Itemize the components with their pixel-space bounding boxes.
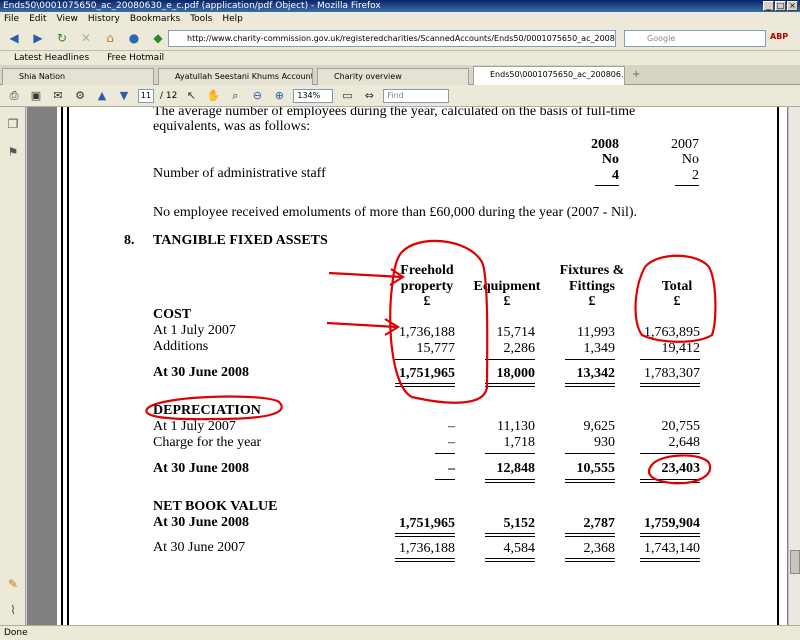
- total-depreciation-circle: [647, 454, 712, 485]
- pdf-toolbar: ⎙ ▣ ✉ ⚙ ▲ ▼ 11 / 12 ↖ ✋ ⌕ ⊖ ⊕ 134% ▭ ⇔ F…: [0, 85, 800, 107]
- select-tool-icon[interactable]: ↖: [183, 88, 199, 104]
- maximize-button[interactable]: □: [775, 1, 786, 11]
- stop-icon[interactable]: ✕: [76, 29, 96, 47]
- home-icon[interactable]: ⌂: [100, 29, 120, 47]
- tab-charity-overview[interactable]: Charity overview: [317, 68, 469, 85]
- menu-bar: File Edit View History Bookmarks Tools H…: [0, 12, 800, 26]
- tab-label: Ends50\0001075650_ac_200806...: [490, 70, 625, 79]
- status-text: Done: [4, 628, 28, 638]
- tab-bar: Shia Nation Ayatullah Seestani Khums Acc…: [0, 65, 800, 85]
- tab-label: Ayatullah Seestani Khums Account Loc...: [175, 72, 313, 81]
- find-input[interactable]: Find: [383, 88, 450, 103]
- page-down-icon[interactable]: ▼: [116, 88, 132, 104]
- tab-label: Charity overview: [334, 72, 402, 81]
- hand-tool-icon[interactable]: ✋: [205, 88, 221, 104]
- arrow-cost: [326, 321, 398, 329]
- save-icon[interactable]: ▣: [28, 88, 44, 104]
- back-icon[interactable]: ◀: [4, 29, 24, 47]
- status-bar: Done: [0, 625, 800, 640]
- pages-icon[interactable]: ❐: [5, 117, 21, 133]
- window-title: Ends50\0001075650_ac_20080630_e_c.pdf (a…: [3, 1, 381, 11]
- adblock-icon[interactable]: ABP: [770, 32, 788, 41]
- share-icon[interactable]: ✉: [50, 88, 66, 104]
- window-titlebar: Ends50\0001075650_ac_20080630_e_c.pdf (a…: [0, 0, 800, 12]
- messenger-icon[interactable]: ●: [124, 29, 144, 47]
- menu-history[interactable]: History: [88, 12, 120, 26]
- fit-page-icon[interactable]: ▭: [339, 88, 355, 104]
- freehold-circle: [389, 239, 489, 404]
- settings-icon[interactable]: ⚙: [72, 88, 88, 104]
- comments-icon[interactable]: ✎: [5, 577, 21, 593]
- depreciation-circle: [145, 395, 283, 421]
- total-circle: [634, 254, 717, 343]
- fit-width-icon[interactable]: ⇔: [361, 88, 377, 104]
- search-input[interactable]: Google: [624, 30, 766, 47]
- bookmarks-toolbar: Latest Headlines Free Hotmail: [0, 50, 800, 65]
- pdf-viewer[interactable]: The average number of employees during t…: [27, 107, 788, 625]
- tab-shia-nation[interactable]: Shia Nation: [2, 68, 154, 85]
- new-tab-icon[interactable]: +: [632, 69, 640, 80]
- url-text: http://www.charity-commission.gov.uk/reg…: [187, 34, 615, 43]
- zoom-select[interactable]: 134%: [293, 88, 334, 103]
- minimize-button[interactable]: _: [763, 1, 774, 11]
- tab-ayatullah[interactable]: Ayatullah Seestani Khums Account Loc...: [158, 68, 313, 85]
- zoom-out-icon[interactable]: ⊖: [249, 88, 265, 104]
- tab-pdf[interactable]: Ends50\0001075650_ac_200806...: [473, 66, 625, 85]
- bookmark-latest-headlines[interactable]: Latest Headlines: [14, 51, 89, 65]
- pdf-side-panel: ❐ ⚑ ✎ ⌇: [0, 107, 26, 625]
- page-up-icon[interactable]: ▲: [94, 88, 110, 104]
- url-bar[interactable]: http://www.charity-commission.gov.uk/reg…: [168, 30, 616, 47]
- forward-icon[interactable]: ▶: [28, 29, 48, 47]
- menu-help[interactable]: Help: [222, 12, 243, 26]
- tab-label: Shia Nation: [19, 72, 66, 81]
- bookmark-free-hotmail[interactable]: Free Hotmail: [107, 51, 164, 65]
- shield-icon[interactable]: ◆: [148, 29, 168, 47]
- zoom-in-icon[interactable]: ⊕: [271, 88, 287, 104]
- menu-view[interactable]: View: [57, 12, 78, 26]
- search-placeholder: Google: [647, 34, 676, 43]
- menu-bookmarks[interactable]: Bookmarks: [130, 12, 180, 26]
- menu-file[interactable]: File: [4, 12, 19, 26]
- vertical-scrollbar[interactable]: [788, 107, 800, 625]
- menu-tools[interactable]: Tools: [190, 12, 212, 26]
- scrollbar-thumb[interactable]: [790, 550, 800, 574]
- menu-edit[interactable]: Edit: [29, 12, 46, 26]
- close-button[interactable]: ×: [787, 1, 798, 11]
- page-total: / 12: [160, 90, 178, 101]
- page-number-input[interactable]: 11: [138, 88, 154, 103]
- arrow-freehold: [328, 271, 403, 279]
- reload-icon[interactable]: ↻: [52, 29, 72, 47]
- pdf-page: The average number of employees during t…: [57, 107, 787, 625]
- red-annotations: [145, 239, 717, 485]
- marquee-zoom-icon[interactable]: ⌕: [227, 88, 243, 104]
- print-icon[interactable]: ⎙: [6, 88, 22, 104]
- bookmarks-panel-icon[interactable]: ⚑: [5, 145, 21, 161]
- attachments-icon[interactable]: ⌇: [5, 603, 21, 619]
